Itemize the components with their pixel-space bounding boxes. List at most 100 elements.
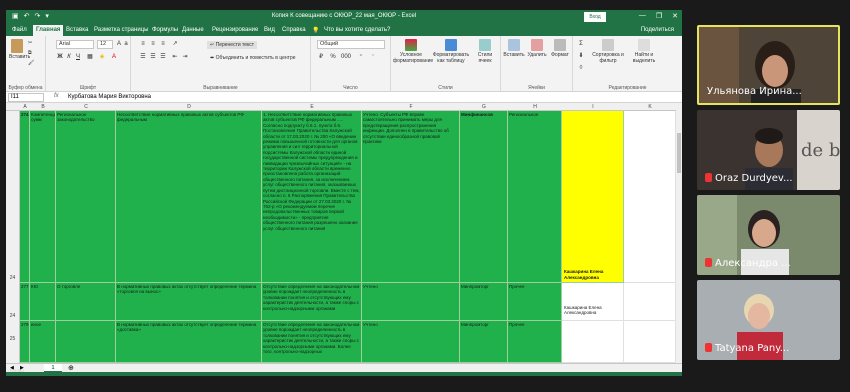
cell-h[interactable]: Прочее [508,321,562,363]
paste-button[interactable]: Вставить [9,39,30,60]
col-header-h[interactable]: H [508,104,562,110]
cell-a[interactable]: 277 [20,283,30,321]
increase-decimal-icon[interactable]: ⁺ [357,53,365,61]
cell-i[interactable]: Кашкарина Елена Александровна [562,283,624,321]
underline-icon[interactable]: Ч [74,53,82,61]
row-header[interactable]: 24 [6,283,20,321]
cell-c[interactable]: Региональное законодательство [56,111,116,283]
cell-g[interactable]: Минпромторг [460,321,508,363]
participant-tile[interactable]: Tatyana Pany... [697,280,840,360]
italic-icon[interactable]: К [65,53,73,61]
percent-icon[interactable]: % [329,53,337,61]
bold-icon[interactable]: Ж [56,53,64,61]
add-sheet-icon[interactable]: ⊕ [68,364,74,372]
decrease-indent-icon[interactable]: ⇤ [171,53,179,61]
tab-review[interactable]: Рецензирование [212,27,258,33]
minimize-button[interactable]: — [639,12,646,20]
cell-k[interactable] [624,321,676,363]
cell-i-highlighted[interactable]: Кашкарина Елена Александровна [562,111,624,283]
tab-view[interactable]: Вид [264,27,275,33]
font-color-icon[interactable]: A [110,53,118,61]
comma-icon[interactable]: 000 [341,53,351,61]
cell-a[interactable]: 274 [20,111,30,283]
cell-f[interactable]: Учтено. Субъекты РФ вправе самостоятельн… [362,111,460,283]
currency-icon[interactable]: ₽ [317,53,325,61]
cell-k[interactable] [624,283,676,321]
cell-g[interactable]: Минфинансов [460,111,508,283]
cell-f[interactable]: Учтено [362,283,460,321]
col-header-b[interactable]: B [30,104,56,110]
shrink-font-icon[interactable]: a [122,40,130,48]
align-right-icon[interactable]: ☰ [159,53,167,61]
increase-indent-icon[interactable]: ⇥ [181,53,189,61]
cell-b[interactable]: КЮ [30,283,56,321]
tab-page-layout[interactable]: Разметка страницы [94,27,148,33]
participant-tile[interactable]: de bi Oraz Durdyev... [697,110,840,190]
tab-file[interactable]: Файл [12,27,27,33]
tab-help[interactable]: Справка [282,27,306,33]
tab-home[interactable]: Главная [33,25,64,36]
formula-input[interactable]: Курбатова Мария Викторовна [68,93,151,101]
find-select-button[interactable]: Найти и выделить [629,39,659,64]
cell-d[interactable]: В нормативных правовых актах отсутствует… [116,321,262,363]
scroll-thumb[interactable] [677,133,681,173]
cell-d[interactable]: Несоответствие нормативных правовых акто… [116,111,262,283]
format-as-table-button[interactable]: Форматировать как таблицу [431,39,471,64]
cell-k[interactable] [624,111,676,283]
fill-color-icon[interactable]: ◈ [98,53,106,61]
cell-e[interactable]: 1. Несоответствие нормативных правовых а… [262,111,362,283]
cut-icon[interactable]: ✂ [28,40,32,46]
restore-button[interactable]: ❐ [656,12,662,20]
cell-h[interactable]: Региональное [508,111,562,283]
tab-formulas[interactable]: Формулы [152,27,178,33]
cell-i[interactable] [562,321,624,363]
cell-h[interactable]: Прочее [508,283,562,321]
autosum-icon[interactable]: Σ [577,40,585,48]
delete-cells-button[interactable]: Удалить [526,39,548,58]
cell-c[interactable] [56,321,116,363]
col-header-k[interactable]: K [624,104,676,110]
cell-b[interactable]: Компетенции сумм [30,111,56,283]
cell-c[interactable]: О торговле [56,283,116,321]
align-middle-icon[interactable]: ≡ [149,40,157,48]
number-format-select[interactable]: Общий [317,40,385,49]
cell-e[interactable]: Отсутствие определения на законодательно… [262,283,362,321]
cell-a[interactable]: 279 [20,321,30,363]
merge-center-button[interactable]: ⬌ Объединить и поместить в центре [207,54,299,62]
col-header-f[interactable]: F [362,104,460,110]
align-bottom-icon[interactable]: ≡ [159,40,167,48]
cell-g[interactable]: Минпромторг [460,283,508,321]
share-button[interactable]: Поделиться [641,27,674,33]
col-header-a[interactable]: A [20,104,30,110]
sign-in-button[interactable]: Вход [584,12,606,22]
format-cells-button[interactable]: Формат [549,39,571,58]
format-painter-icon[interactable]: 🖌 [28,60,34,66]
align-left-icon[interactable]: ☰ [139,53,147,61]
cell-styles-button[interactable]: Стили ячеек [473,39,497,64]
col-header-d[interactable]: D [116,104,262,110]
font-size-select[interactable]: 12 [97,40,113,49]
name-box[interactable]: I11 [8,93,44,102]
insert-cells-button[interactable]: Вставить [503,39,525,58]
tab-insert[interactable]: Вставка [66,27,88,33]
align-center-icon[interactable]: ☰ [149,53,157,61]
col-header-e[interactable]: E [262,104,362,110]
col-header-c[interactable]: C [56,104,116,110]
col-header-g[interactable]: G [460,104,508,110]
participant-tile[interactable]: Александра ... [697,195,840,275]
cell-d[interactable]: В нормативных правовых актах отсутствует… [116,283,262,321]
font-name-select[interactable]: Arial [56,40,94,49]
tab-data[interactable]: Данные [182,27,204,33]
copy-icon[interactable]: ⧉ [28,50,32,56]
align-top-icon[interactable]: ≡ [139,40,147,48]
borders-icon[interactable]: ▦ [86,53,94,61]
cell-f[interactable]: Учтено [362,321,460,363]
insert-function-icon[interactable]: fx [54,93,59,99]
row-header[interactable]: 25 [6,321,20,363]
conditional-format-button[interactable]: Условное форматирование [393,39,433,64]
close-button[interactable]: ✕ [672,12,678,20]
cell-e[interactable]: Отсутствие определения на законодательно… [262,321,362,363]
wrap-text-button[interactable]: ↵ Перенести текст [207,41,258,49]
decrease-decimal-icon[interactable]: ⁻ [369,53,377,61]
help-bulb-icon[interactable]: 💡 [312,27,319,34]
